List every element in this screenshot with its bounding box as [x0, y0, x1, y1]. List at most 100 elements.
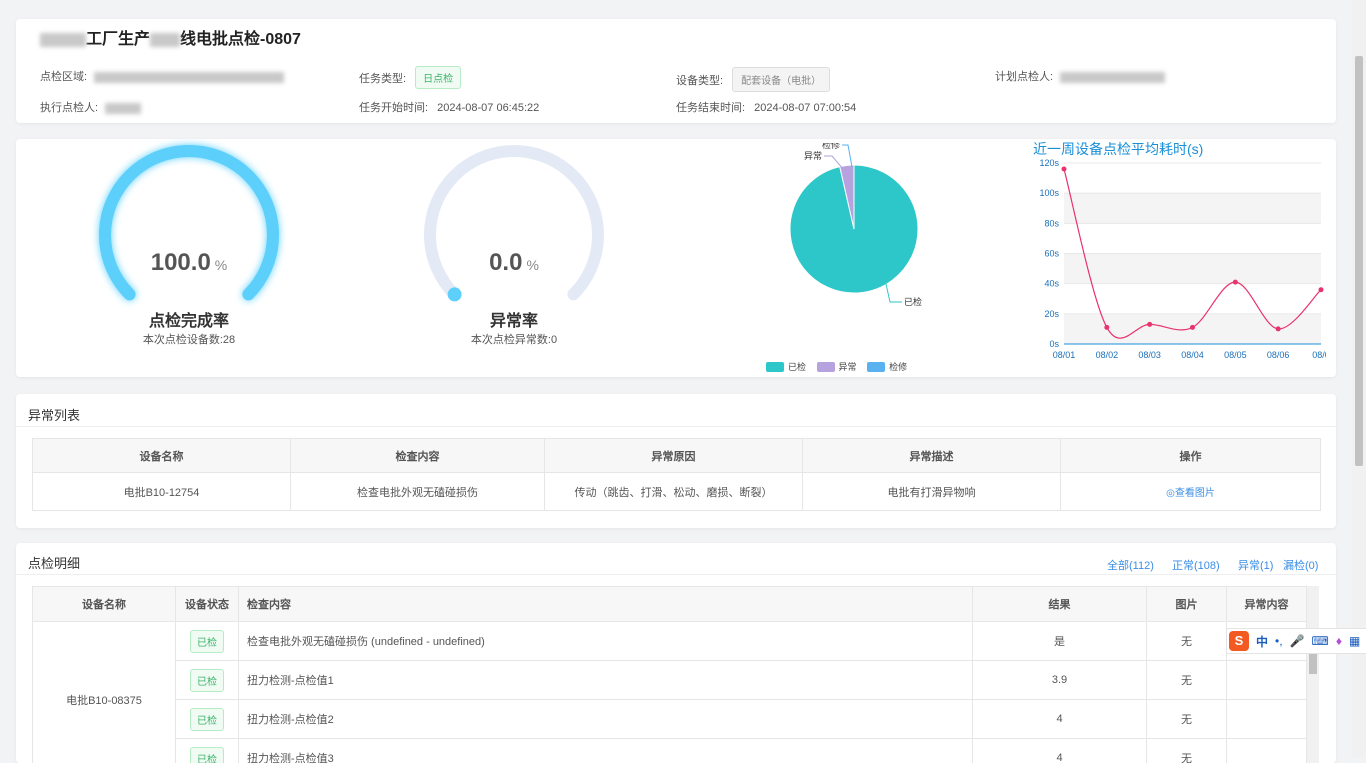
cell-device: 电批B10-08375 — [33, 622, 176, 763]
line-point — [1319, 287, 1324, 292]
cell-image: 无 — [1147, 700, 1227, 739]
abnormal-table: 设备名称 检查内容 异常原因 异常描述 操作 电批B10-12754 检查电批外… — [32, 438, 1321, 511]
legend-swatch-checked — [766, 362, 784, 372]
table-row: 已检 扭力检测-点检值3 4 无 — [33, 739, 1307, 763]
cell-content: 检查电批外观无磕碰损伤 — [291, 473, 545, 511]
table-row: 电批B10-12754 检查电批外观无磕碰损伤 传动（跳齿、打滑、松动、磨损、断… — [33, 473, 1321, 511]
grid-band — [1064, 193, 1321, 223]
col-header: 检查内容 — [239, 587, 973, 622]
col-header: 设备名称 — [33, 439, 291, 473]
completion-rate-value: 100.0% — [89, 249, 289, 277]
detail-table: 设备名称 设备状态 检查内容 结果 图片 异常内容 电批B10-08375 已检… — [32, 586, 1307, 763]
task-header-card: 工厂生产线电批点检-0807 点检区域: 任务类型: 日点检 设备类型: 配套设… — [16, 19, 1336, 123]
x-tick-label: 08/01 — [1053, 350, 1076, 360]
cell-status: 已检 — [176, 700, 239, 739]
cell-image: 无 — [1147, 622, 1227, 661]
line-point — [1104, 325, 1109, 330]
y-tick-label: 80s — [1044, 218, 1059, 228]
view-image-link[interactable]: ◎查看图片 — [1166, 488, 1215, 499]
pie-label-checked: 已检 — [904, 296, 922, 307]
col-header: 图片 — [1147, 587, 1227, 622]
filter-normal[interactable]: 正常(108) — [1172, 557, 1220, 573]
x-tick-label: 08/06 — [1267, 350, 1290, 360]
abnormal-rate-sub: 本次点检异常数:0 — [414, 331, 614, 347]
line-point — [1276, 326, 1281, 331]
stats-card: 100.0% 点检完成率 本次点检设备数:28 0.0% 异常率 本次点检异常数… — [16, 139, 1336, 377]
cell-result: 3.9 — [973, 661, 1147, 700]
ime-toolbar[interactable]: S 中 •, 🎤 ⌨ ♦ ▦ — [1226, 628, 1366, 654]
col-header: 操作 — [1061, 439, 1321, 473]
abnormal-list-title: 异常列表 — [28, 405, 80, 424]
ime-lang[interactable]: 中 — [1256, 633, 1268, 650]
completion-rate-sub: 本次点检设备数:28 — [89, 331, 289, 347]
y-tick-label: 40s — [1044, 279, 1059, 289]
cell-abnormal — [1227, 739, 1307, 763]
col-header: 设备状态 — [176, 587, 239, 622]
line-point — [1147, 322, 1152, 327]
pie-label-line-2 — [842, 145, 852, 167]
table-scrollbar[interactable] — [1307, 586, 1319, 763]
start-time-field: 任务开始时间: 2024-08-07 06:45:22 — [359, 99, 539, 115]
cell-result: 是 — [973, 622, 1147, 661]
col-header: 异常内容 — [1227, 587, 1307, 622]
table-row: 已检 扭力检测-点检值1 3.9 无 — [33, 661, 1307, 700]
cell-reason: 传动（跳齿、打滑、松动、磨损、断裂） — [545, 473, 803, 511]
pie-label-abnormal: 异常 — [804, 150, 822, 161]
divider — [16, 574, 1336, 575]
table-row: 电批B10-08375 已检 检查电批外观无磕碰损伤 (undefined - … — [33, 622, 1307, 661]
task-type-field: 任务类型: 日点检 — [359, 66, 461, 89]
cell-description: 电批有打滑异物响 — [803, 473, 1061, 511]
grid-band — [1064, 254, 1321, 284]
x-tick-label: 08/03 — [1138, 350, 1161, 360]
pie-label-line-0 — [886, 284, 902, 302]
col-header: 设备名称 — [33, 587, 176, 622]
punctuation-icon[interactable]: •, — [1275, 634, 1283, 648]
cell-status: 已检 — [176, 661, 239, 700]
y-tick-label: 120s — [1039, 158, 1059, 168]
avg-duration-line-chart: 近一周设备点检平均耗时(s)0s20s40s60s80s100s120s08/0… — [1016, 139, 1326, 375]
abnormal-rate-label: 异常率 — [414, 307, 614, 331]
device-type-tag: 配套设备（电批） — [732, 67, 830, 92]
gauge-progress-dot — [448, 287, 462, 301]
filter-all[interactable]: 全部(112) — [1107, 557, 1154, 573]
cell-status: 已检 — [176, 622, 239, 661]
cell-content: 扭力检测-点检值2 — [239, 700, 973, 739]
filter-abnormal[interactable]: 异常(1) — [1238, 557, 1273, 573]
y-tick-label: 20s — [1044, 309, 1059, 319]
pie-label-repair: 检修 — [822, 143, 840, 150]
col-header: 结果 — [973, 587, 1147, 622]
filter-missed[interactable]: 漏检(0) — [1283, 557, 1318, 573]
cell-result: 4 — [973, 739, 1147, 763]
redacted-text — [1060, 72, 1165, 83]
y-tick-label: 0s — [1049, 339, 1059, 349]
toolbox-icon[interactable]: ▦ — [1349, 634, 1360, 648]
y-tick-label: 100s — [1039, 188, 1059, 198]
abnormal-gauge — [414, 139, 614, 309]
table-row: 已检 扭力检测-点检值2 4 无 — [33, 700, 1307, 739]
redacted-text — [94, 72, 284, 83]
col-header: 异常原因 — [545, 439, 803, 473]
task-type-tag: 日点检 — [415, 66, 461, 89]
end-time-field: 任务结束时间: 2024-08-07 07:00:54 — [676, 99, 856, 115]
legend-swatch-repair — [867, 362, 885, 372]
x-tick-label: 08/02 — [1096, 350, 1119, 360]
planner-field: 计划点检人: — [995, 68, 1165, 84]
eye-icon: ◎ — [1166, 488, 1175, 499]
status-tag: 已检 — [190, 747, 224, 763]
detail-title: 点检明细 — [28, 553, 80, 572]
skin-icon[interactable]: ♦ — [1336, 634, 1342, 648]
microphone-icon[interactable]: 🎤 — [1290, 634, 1305, 648]
device-type-field: 设备类型: 配套设备（电批） — [676, 67, 830, 92]
sogou-logo-icon[interactable]: S — [1229, 631, 1249, 651]
x-tick-label: 08/0 — [1312, 350, 1326, 360]
page-scrollbar-thumb[interactable] — [1355, 56, 1363, 466]
cell-abnormal — [1227, 661, 1307, 700]
col-header: 检查内容 — [291, 439, 545, 473]
line-point — [1233, 280, 1238, 285]
abnormal-rate-value: 0.0% — [414, 249, 614, 277]
line-point — [1062, 167, 1067, 172]
cell-device: 电批B10-12754 — [33, 473, 291, 511]
keyboard-icon[interactable]: ⌨ — [1312, 634, 1329, 648]
redacted-text — [105, 103, 141, 114]
cell-content: 检查电批外观无磕碰损伤 (undefined - undefined) — [239, 622, 973, 661]
